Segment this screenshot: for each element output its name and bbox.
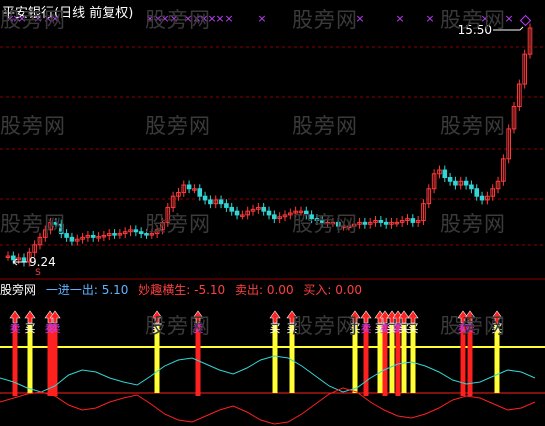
indicator-buy-value: 买入: 0.00 [303, 283, 362, 297]
indicator-sell-value: 卖出: 0.00 [235, 283, 294, 297]
price-high-pointer [493, 26, 524, 31]
sell-marker: × [257, 12, 266, 25]
chart-canvas[interactable]: ××× × ×× ××× × × ×××× × × × × × × ×15.509.24S卖买卖卖买卖买买… [0, 0, 545, 426]
candle-body [208, 199, 213, 205]
signal-bar [467, 325, 473, 396]
candle-body [362, 221, 368, 225]
candle-body [266, 210, 272, 216]
buy-signal-label: 买 [152, 322, 163, 335]
signal-bar [363, 325, 369, 396]
signal-bar [272, 325, 278, 393]
sell-marker: × [504, 12, 513, 25]
stock-chart-window: × × × × × × × × × × × × × × × × × × × × × × 15.50 9.24 S 卖买卖卖买卖买买… [0, 0, 545, 426]
candle-body [383, 221, 389, 225]
candle-body [144, 233, 149, 236]
candles [5, 23, 533, 267]
candle-body [186, 184, 192, 190]
candle-body [133, 229, 139, 233]
buy-signal-label: 买 [408, 322, 419, 335]
candle-body [410, 218, 416, 223]
sell-signal-label: 卖 [465, 322, 476, 335]
candle-body [138, 231, 144, 235]
candle-body [69, 236, 75, 242]
candle-body [58, 223, 64, 235]
sell-signal-label: 卖 [50, 322, 61, 335]
candle-body [224, 203, 229, 208]
signal-bar [154, 325, 160, 393]
signal-bar [494, 325, 500, 393]
candle-body [197, 188, 203, 197]
candle-body [90, 234, 96, 238]
buy-signal-label: 买 [287, 322, 298, 335]
signal-bar [352, 325, 358, 393]
buy-signal-label: 买 [270, 322, 281, 335]
price-low-label: 9.24 [29, 255, 56, 269]
signal-bar [401, 325, 407, 393]
candle-body [261, 206, 266, 212]
candle-body [442, 169, 448, 179]
candle-body [378, 220, 384, 223]
sell-marker: × [160, 12, 169, 25]
signal-bar [389, 325, 395, 393]
candle-body [335, 221, 341, 227]
signal-bar [12, 325, 18, 396]
candle-body [309, 214, 314, 220]
candle-body [319, 220, 325, 223]
signal-bar [395, 325, 401, 396]
candle-body [11, 255, 16, 261]
sell-signal-label: 卖 [361, 322, 372, 335]
candle-body [447, 177, 453, 182]
sell-marker: × [355, 12, 364, 25]
sell-signal-label: 卖 [10, 322, 21, 335]
chart-title: 平安银行(日线 前复权) [2, 6, 134, 21]
sell-signal-label: 卖 [193, 322, 204, 335]
indicator-panel-name: 股旁网 [0, 283, 37, 297]
candle-body [218, 199, 224, 205]
sell-marker: × [425, 12, 434, 25]
diamond-icon [519, 14, 532, 27]
buy-signal-label: 买 [492, 322, 503, 335]
sell-marker: × [183, 12, 192, 25]
signal-bar [460, 325, 466, 396]
candle-body [474, 188, 480, 197]
sell-marker: × [169, 12, 178, 25]
candle-body [463, 180, 469, 186]
indicator-value-one: 一进一出: 5.10 [45, 283, 129, 297]
buy-signal-label: 买 [350, 322, 361, 335]
candle-body [64, 233, 69, 238]
candle-body [453, 180, 458, 186]
signal-bar [377, 325, 383, 393]
signal-bar [382, 325, 388, 396]
candle-body [53, 221, 59, 225]
candle-body [303, 210, 309, 216]
candle-body [272, 214, 277, 220]
signal-bar [27, 325, 33, 393]
indicator-value-two: 妙趣横生: -5.10 [138, 283, 226, 297]
sell-marker: × [215, 12, 224, 25]
signal-bar [410, 325, 416, 393]
candle-body [202, 195, 208, 201]
sell-marker: × [224, 12, 233, 25]
candle-body [234, 210, 240, 216]
candle-body [314, 218, 320, 222]
candle-body [21, 257, 27, 263]
candle-body [229, 206, 235, 212]
indicator-header: 股旁网 一进一出: 5.10 妙趣横生: -5.10 卖出: 0.00 买入: … [0, 281, 368, 298]
sell-marker: × [395, 12, 404, 25]
buy-signal-label: 买 [25, 322, 36, 335]
candle-body [112, 233, 117, 236]
low-marker-label: S [35, 268, 41, 278]
candle-body [469, 184, 474, 190]
price-high-label: 15.50 [458, 23, 492, 37]
signal-bar [47, 325, 53, 396]
oscillator-line-one [0, 355, 536, 393]
candle-body [479, 195, 485, 201]
